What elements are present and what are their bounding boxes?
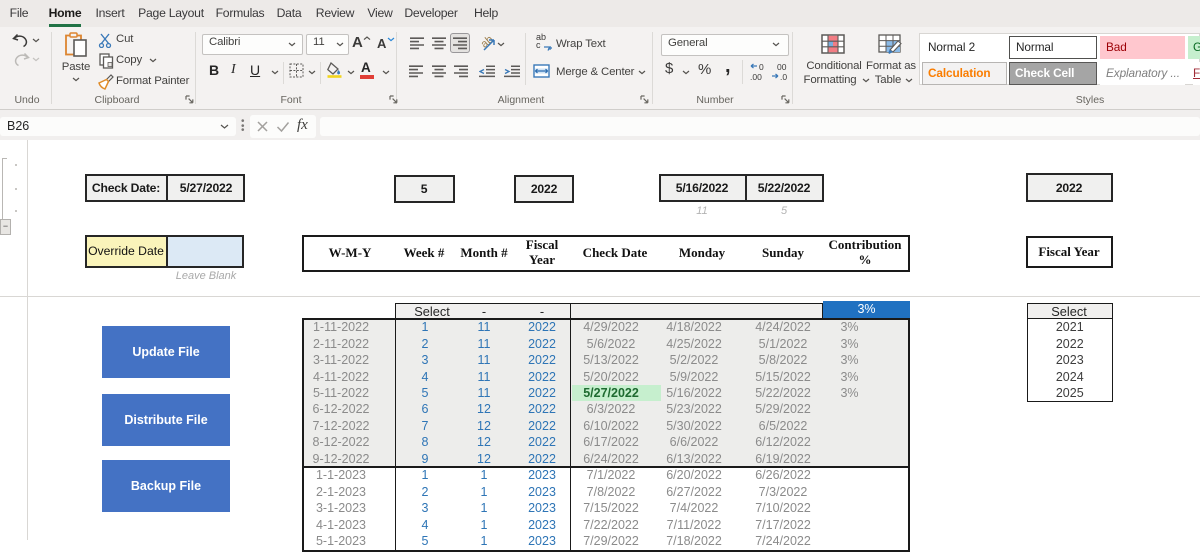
svg-text:.0: .0 [780, 72, 787, 82]
svg-text:00: 00 [777, 62, 787, 72]
svg-text:0: 0 [759, 62, 764, 72]
svg-text:.00: .00 [750, 72, 762, 82]
